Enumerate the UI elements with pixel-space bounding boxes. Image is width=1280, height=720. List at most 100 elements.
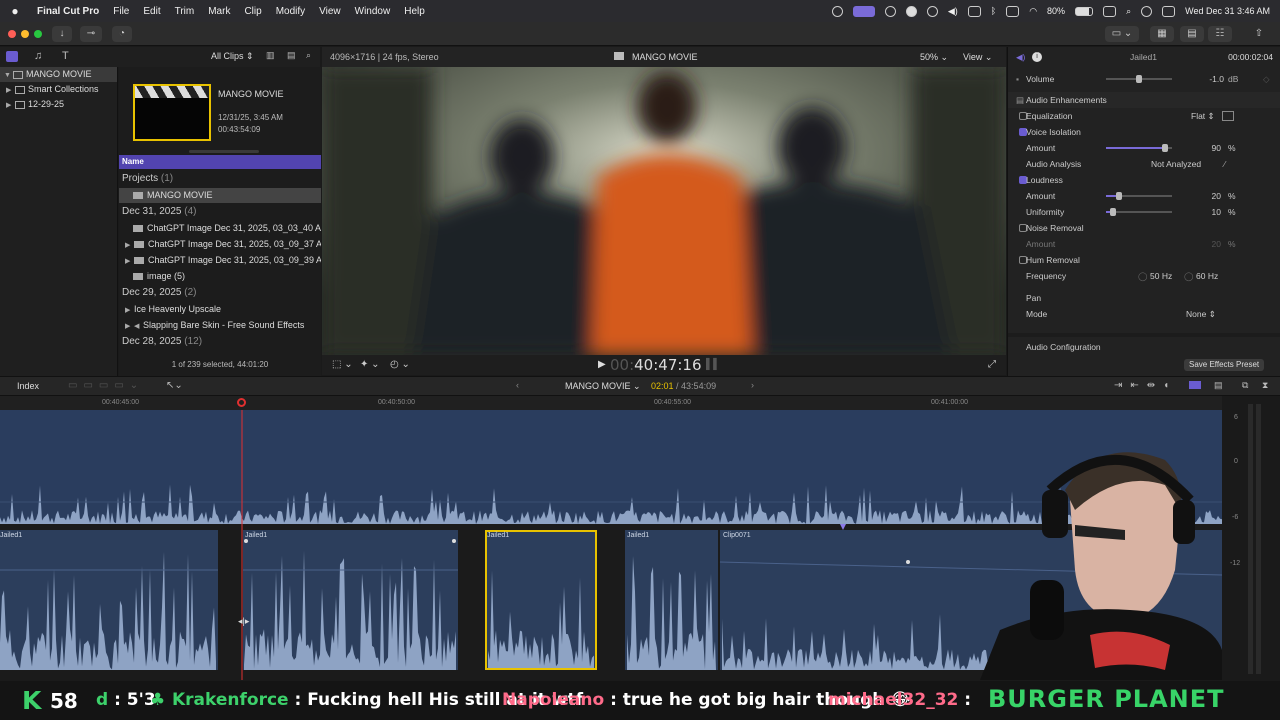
volume-value[interactable]: -1.0	[1209, 71, 1224, 87]
loudness-amount-slider[interactable]	[1106, 192, 1172, 200]
play-button[interactable]: ▶	[598, 359, 606, 370]
list-item[interactable]: ChatGPT Image Dec 31, 2025, 03_03_40 A	[119, 221, 321, 236]
edit-mode-icons[interactable]: ▭▭▭▭⌄	[68, 380, 144, 391]
vi-amount-value[interactable]: 90	[1212, 140, 1221, 156]
creative-cloud-icon[interactable]	[831, 5, 843, 17]
save-effects-preset-button[interactable]: Save Effects Preset	[1184, 359, 1265, 371]
index-button[interactable]: Index	[17, 381, 39, 391]
transform-tool-icon[interactable]: ⬚ ⌄	[332, 359, 353, 370]
disclosure-closed-icon[interactable]: ▶	[125, 254, 134, 268]
display-icon[interactable]	[967, 5, 981, 17]
timecode-display[interactable]: 00:40:47:16	[610, 356, 702, 374]
volume-keyframe-icon[interactable]: ◇	[1263, 71, 1270, 87]
menu-view[interactable]: View	[312, 6, 348, 17]
group-dec29[interactable]: Dec 29, 2025 (2)	[122, 287, 197, 298]
disclosure-open-icon[interactable]: ▼	[4, 68, 13, 83]
siri-icon[interactable]	[1141, 5, 1153, 17]
menu-help[interactable]: Help	[397, 6, 432, 17]
bluetooth-icon[interactable]: ᛒ	[991, 6, 996, 16]
volume-slider[interactable]	[1106, 75, 1172, 83]
titles-icon[interactable]: T	[62, 50, 69, 62]
timeline-ruler[interactable]: 00:40:45:00 00:40:50:00 00:40:55:00 00:4…	[0, 396, 1222, 410]
clips-filter-dropdown[interactable]: All Clips ⇕	[211, 51, 254, 62]
fade-handle[interactable]	[244, 539, 248, 543]
fade-handle[interactable]	[452, 539, 456, 543]
menu-file[interactable]: File	[106, 6, 136, 17]
enhance-tool-icon[interactable]: ✦ ⌄	[360, 359, 380, 370]
disclosure-closed-icon[interactable]: ▶	[125, 303, 134, 317]
list-item[interactable]: ▶ ◀ Slapping Bare Skin - Free Sound Effect…	[119, 318, 321, 333]
monitor-icon[interactable]	[1006, 5, 1020, 17]
freq-50-radio[interactable]: ◯	[1138, 268, 1148, 284]
loudness-amount-knob[interactable]	[1116, 192, 1123, 200]
menu-edit[interactable]: Edit	[136, 6, 167, 17]
list-item[interactable]: ▶ Ice Heavenly Upscale	[119, 302, 321, 317]
search-icon[interactable]: ⌕	[1126, 6, 1131, 17]
skimming-icon[interactable]	[1189, 381, 1201, 389]
column-header-name[interactable]: Name	[119, 155, 321, 169]
timeline-tools-icons[interactable]: ⇥⇤⇹◖	[1114, 380, 1177, 391]
import-button[interactable]: ↓	[52, 26, 72, 42]
uniformity-value[interactable]: 10	[1212, 204, 1221, 220]
playhead-marker[interactable]	[237, 398, 246, 407]
clip-appearance-icon[interactable]: ▤	[1214, 380, 1223, 391]
volume-icon[interactable]: ◀)	[948, 6, 958, 17]
noise-amount-value[interactable]: 20	[1212, 236, 1221, 252]
share-menu-button[interactable]: ▭ ⌄	[1105, 26, 1139, 42]
audio-inspector-tab-icon[interactable]: ◀)	[1016, 49, 1025, 65]
timeline[interactable]: Jailed1 Jailed1 Jailed1 Jailed1 Clip0071…	[0, 410, 1222, 680]
list-item[interactable]: image (5)	[119, 269, 321, 284]
menu-trim[interactable]: Trim	[168, 6, 202, 17]
sidebar-item-mango-movie[interactable]: ▼ MANGO MOVIE	[0, 67, 117, 82]
list-item[interactable]: ▶ ChatGPT Image Dec 31, 2025, 03_09_37 AI	[119, 237, 321, 252]
list-view-icon[interactable]: ▤	[287, 50, 296, 61]
pan-mode-dropdown[interactable]: None ⇕	[1186, 306, 1216, 322]
eq-graph-icon[interactable]	[1222, 111, 1234, 121]
export-button[interactable]: ⇧	[1248, 26, 1270, 42]
video-preview[interactable]	[322, 67, 1006, 355]
close-window-button[interactable]	[8, 30, 16, 38]
sidebar-item-smart-collections[interactable]: ▶ Smart Collections	[0, 82, 117, 97]
menu-app[interactable]: Final Cut Pro	[30, 6, 106, 17]
menu-mark[interactable]: Mark	[201, 6, 237, 17]
browser-search-icon[interactable]: ⌕	[306, 50, 311, 61]
record-icon[interactable]	[905, 5, 917, 17]
show-timeline-button[interactable]: ▤	[1180, 26, 1204, 42]
loudness-amount-value[interactable]: 20	[1212, 188, 1221, 204]
clock[interactable]: Wed Dec 31 3:46 AM	[1185, 6, 1270, 16]
volume-keyframe[interactable]	[906, 560, 910, 564]
controls-icon[interactable]	[1162, 5, 1176, 17]
menu-window[interactable]: Window	[348, 6, 398, 17]
disclosure-closed-icon[interactable]: ▶	[6, 98, 15, 113]
close-timeline-icon[interactable]: ⧗	[1262, 380, 1268, 391]
vi-amount-knob[interactable]	[1162, 144, 1169, 152]
group-dec31[interactable]: Dec 31, 2025 (4)	[122, 206, 197, 217]
screen-record-icon[interactable]	[852, 5, 875, 17]
audio-configuration-row[interactable]: Audio Configuration	[1008, 339, 1280, 355]
filmstrip-view-icon[interactable]: ▥	[266, 50, 275, 61]
zoom-window-button[interactable]	[34, 30, 42, 38]
background-tasks-button[interactable]: ◔	[112, 26, 132, 42]
apple-menu-icon[interactable]: ●	[0, 4, 30, 18]
keywords-button[interactable]: ⊸	[80, 26, 102, 42]
select-tool-icon[interactable]: ↖⌄	[166, 380, 183, 391]
disclosure-closed-icon[interactable]: ▶	[6, 83, 15, 98]
list-item-project[interactable]: MANGO MOVIE	[119, 188, 321, 203]
wifi-icon[interactable]: ◠	[1029, 6, 1037, 17]
vi-amount-slider[interactable]	[1106, 144, 1172, 152]
menu-clip[interactable]: Clip	[237, 6, 268, 17]
show-inspector-button[interactable]: ☷	[1208, 26, 1232, 42]
minimize-window-button[interactable]	[21, 30, 29, 38]
thumbnail-scroll-handle[interactable]	[189, 150, 259, 153]
magic-wand-icon[interactable]: ⁄	[1224, 156, 1225, 172]
battery-icon[interactable]	[1075, 6, 1094, 16]
globe-icon[interactable]	[884, 5, 896, 17]
zoom-dropdown[interactable]: 50% ⌄	[920, 52, 948, 63]
fullscreen-icon[interactable]: ⤢	[988, 359, 996, 370]
project-thumbnail[interactable]	[133, 84, 211, 141]
group-dec28[interactable]: Dec 28, 2025 (12)	[122, 336, 202, 347]
timeline-index-icon[interactable]: ⧉	[1242, 380, 1248, 391]
media-library-icon[interactable]	[6, 51, 18, 62]
timeline-project-dropdown[interactable]: MANGO MOVIE ⌄	[565, 381, 641, 392]
group-projects[interactable]: Projects (1)	[122, 173, 173, 184]
